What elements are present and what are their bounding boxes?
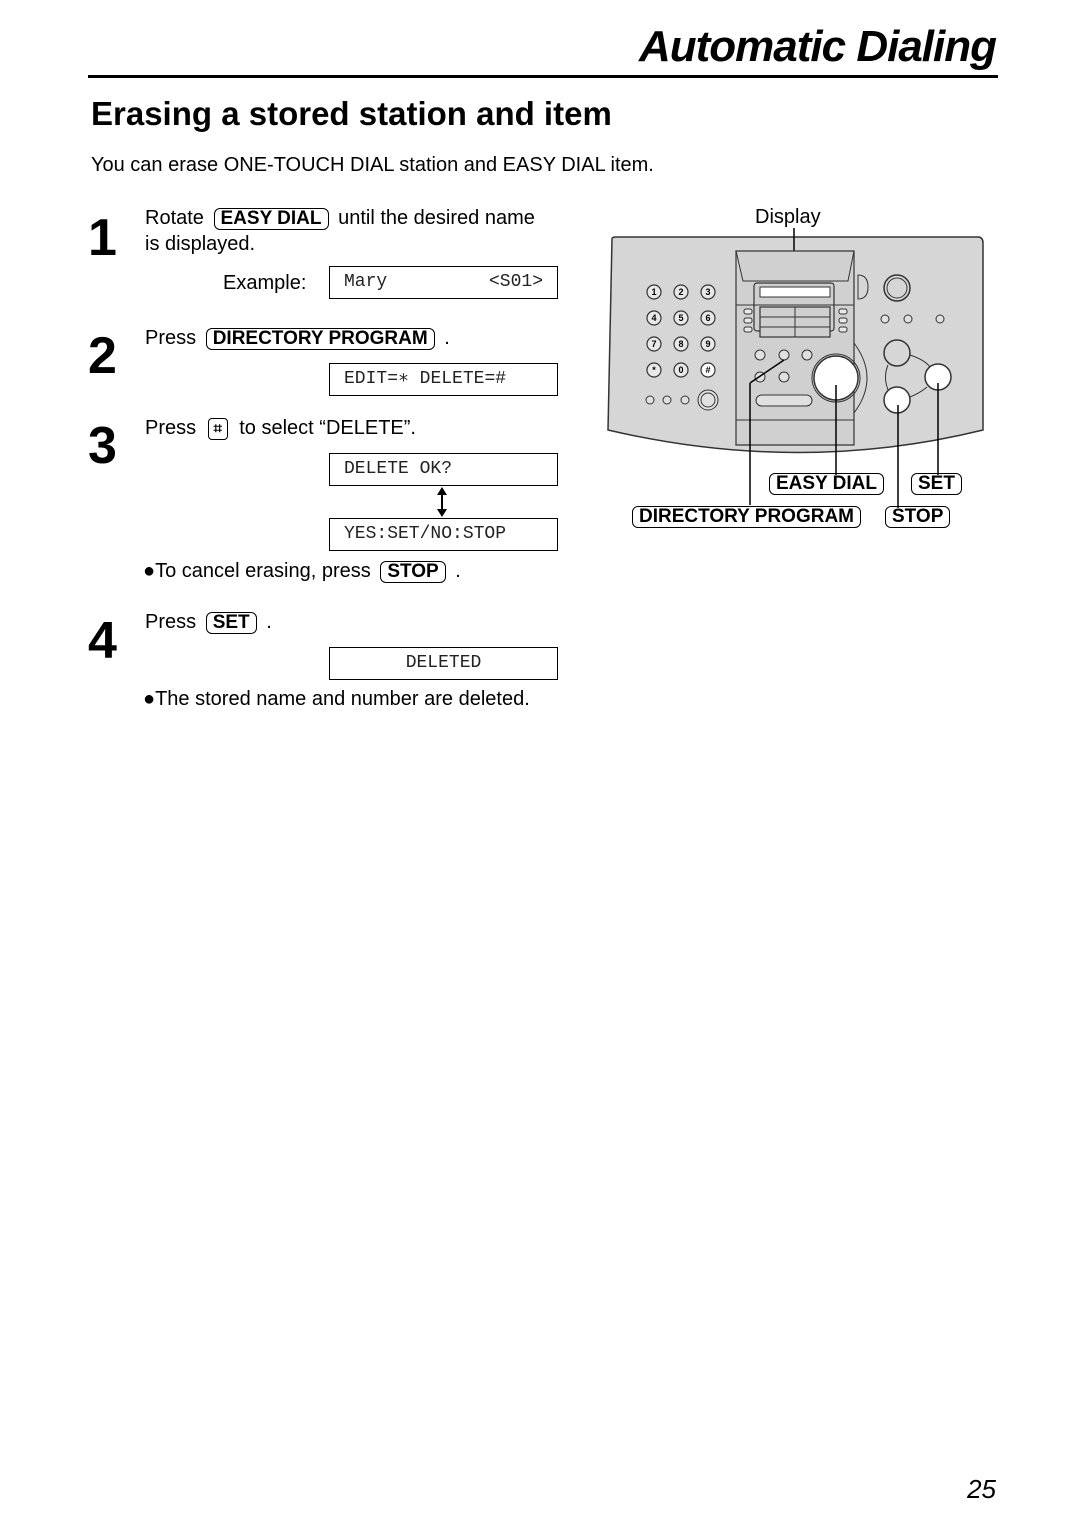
set-callout-key: SET	[911, 473, 962, 495]
keypad-key-3: 3	[705, 287, 710, 297]
keypad-key-star: *	[652, 365, 656, 375]
keypad-key-5: 5	[678, 313, 683, 323]
step-number-2: 2	[88, 327, 117, 385]
lcd-station: <S01>	[488, 272, 543, 292]
callout-stop: STOP	[881, 506, 954, 528]
directory-program-button	[778, 349, 790, 361]
callout-easy-dial: EASY DIAL	[765, 473, 888, 495]
lcd-name: Mary	[344, 272, 388, 292]
keypad-key-8: 8	[678, 339, 683, 349]
directory-program-callout-key: DIRECTORY PROGRAM	[632, 506, 862, 528]
step-1-text: Rotate EASY DIAL until the desired name …	[145, 205, 575, 257]
step-number-1: 1	[88, 209, 117, 267]
page-number: 25	[967, 1474, 996, 1504]
easy-dial-key: EASY DIAL	[213, 208, 329, 230]
title-divider	[88, 75, 998, 78]
step-number-4: 4	[88, 612, 117, 670]
lcd-display-yes-no: YES:SET/NO:STOP	[329, 518, 558, 551]
step-3-text-before: Press	[145, 417, 197, 439]
step-2-text: Press DIRECTORY PROGRAM .	[145, 325, 450, 351]
cancel-note-text: ●To cancel erasing, press	[143, 560, 371, 582]
callout-set: SET	[907, 473, 966, 495]
keypad-key-6: 6	[705, 313, 710, 323]
keypad-key-1: 1	[651, 287, 656, 297]
lcd-screen	[759, 286, 831, 298]
stop-callout-key: STOP	[885, 506, 951, 528]
step-4-text-before: Press	[145, 611, 197, 633]
page-heading: Erasing a stored station and item	[91, 95, 612, 132]
callout-directory-program: DIRECTORY PROGRAM	[628, 506, 865, 528]
step-4-text-after: .	[266, 611, 272, 633]
directory-program-key: DIRECTORY PROGRAM	[205, 328, 435, 350]
deleted-note: ●The stored name and number are deleted.	[143, 688, 530, 710]
easy-dial-callout-key: EASY DIAL	[769, 473, 885, 495]
set-key: SET	[205, 612, 257, 634]
keypad-key-9: 9	[705, 339, 710, 349]
step-3-text-after: to select “DELETE”.	[239, 417, 416, 439]
step-1-text-before: Rotate	[145, 207, 204, 229]
keypad-key-4: 4	[651, 313, 656, 323]
lcd-display-example: Mary <S01>	[329, 266, 558, 299]
keypad-key-2: 2	[678, 287, 683, 297]
toggle-arrow-icon	[437, 487, 447, 517]
section-title: Automatic Dialing	[638, 22, 997, 71]
step-2-text-after: .	[444, 327, 450, 349]
cancel-note-suffix: .	[455, 560, 461, 582]
intro-text: You can erase ONE-TOUCH DIAL station and…	[91, 154, 654, 176]
lcd-display-deleted: DELETED	[329, 647, 558, 680]
lcd-display-edit-delete: EDIT=∗ DELETE=#	[329, 363, 558, 396]
keypad-key-hash: #	[705, 365, 710, 375]
stop-button	[883, 386, 911, 414]
keypad-key-0: 0	[678, 365, 683, 375]
step-4-text: Press SET .	[145, 609, 272, 635]
keypad-key-7: 7	[651, 339, 656, 349]
step-2-text-before: Press	[145, 327, 197, 349]
stop-key: STOP	[380, 561, 446, 583]
lcd-display-delete-ok: DELETE OK?	[329, 453, 558, 486]
step-1-text-line2: is displayed.	[145, 233, 256, 255]
hash-key-icon: ⌗	[207, 418, 228, 440]
cancel-note: ●To cancel erasing, press STOP .	[143, 560, 461, 583]
example-label: Example:	[223, 272, 307, 294]
step-1-text-after: until the desired name	[338, 207, 535, 229]
step-number-3: 3	[88, 417, 117, 475]
step-3-text: Press ⌗ to select “DELETE”.	[145, 415, 416, 441]
